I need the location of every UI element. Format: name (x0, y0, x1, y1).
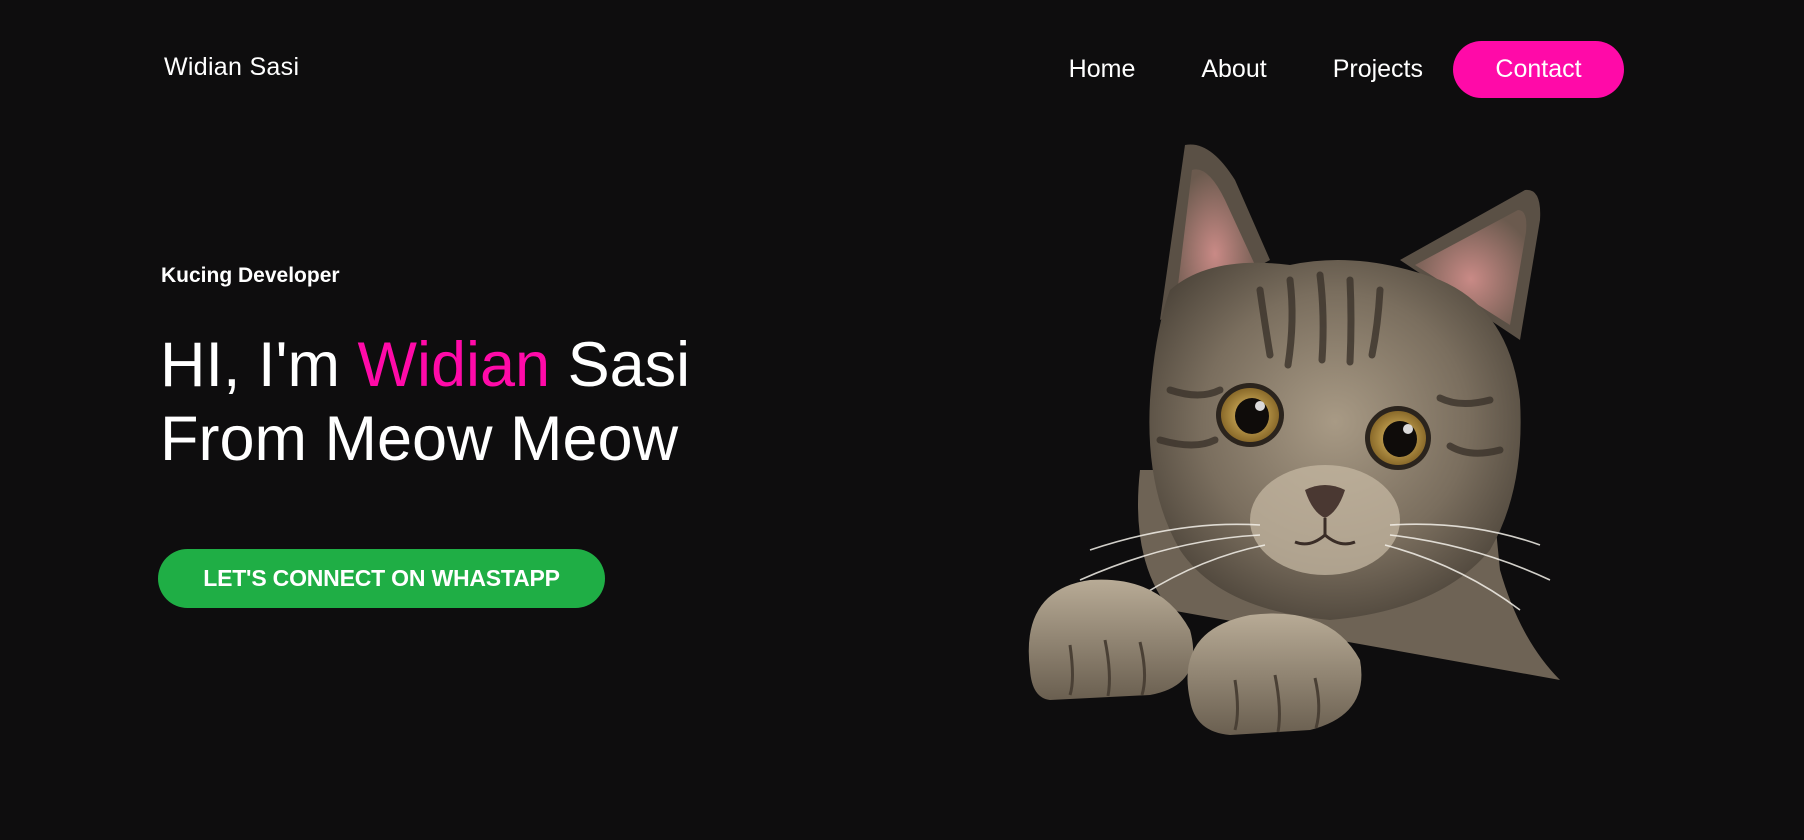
nav-about-link[interactable]: About (1201, 55, 1266, 84)
hero-title-prefix: HI, I'm (160, 330, 358, 400)
hero-title: HI, I'm Widian Sasi From Meow Meow (160, 328, 690, 476)
tabby-cat-icon (1028, 144, 1560, 735)
hero-title-suffix: Sasi (550, 330, 691, 400)
whatsapp-cta-button[interactable]: LET'S CONNECT ON WHASTAPP (158, 549, 605, 608)
cat-image (1020, 140, 1600, 740)
nav-projects-link[interactable]: Projects (1333, 55, 1423, 84)
main-nav: Home About Projects Contact (1069, 41, 1624, 98)
hero-title-line2: From Meow Meow (160, 404, 679, 474)
hero-title-accent-name: Widian (357, 330, 551, 400)
brand-logo[interactable]: Widian Sasi (164, 53, 299, 82)
contact-button[interactable]: Contact (1453, 41, 1624, 98)
hero-tagline: Kucing Developer (161, 264, 340, 287)
nav-home-link[interactable]: Home (1069, 55, 1136, 84)
